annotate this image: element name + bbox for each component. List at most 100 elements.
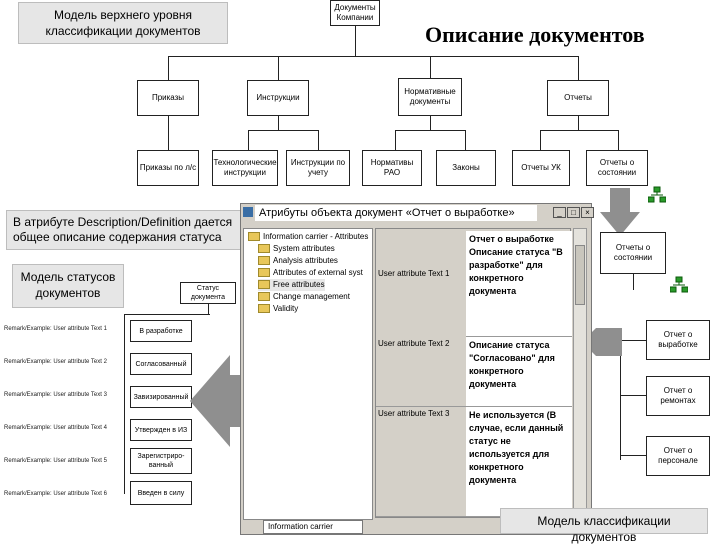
window-title: Атрибуты объекта документ «Отчет о выраб… (255, 205, 537, 221)
tree-item[interactable]: Validity (258, 303, 298, 315)
attribute-name: User attribute Text 2 (376, 337, 466, 407)
close-button[interactable]: × (581, 207, 594, 218)
status-row-label: Remark/Example: User attribute Text 4 (4, 425, 107, 431)
attribute-value[interactable]: Не используется (В случае, если данный с… (466, 407, 572, 517)
connector (124, 314, 210, 315)
tree-root[interactable]: Документы Компании (330, 0, 380, 26)
vertical-scrollbar[interactable] (573, 228, 587, 518)
tree-item-label: Attributes of external syst (273, 268, 363, 277)
connector (168, 116, 169, 150)
status-node[interactable]: Завизированный (130, 386, 192, 408)
tree-level2-item[interactable]: Отчеты УК (512, 150, 570, 186)
tree-item-selected[interactable]: Free attributes (258, 279, 325, 291)
status-node[interactable]: Утвержден в ИЗ (130, 419, 192, 441)
tree-item[interactable]: Analysis attributes (258, 255, 338, 267)
folder-icon (258, 244, 270, 254)
model-icon[interactable] (670, 276, 688, 294)
attributes-window[interactable]: Атрибуты объекта документ «Отчет о выраб… (240, 203, 594, 535)
connector (578, 56, 579, 80)
tree-item[interactable]: System attributes (258, 243, 335, 255)
connector (578, 116, 579, 130)
status-row-label: Remark/Example: User attribute Text 3 (4, 392, 107, 398)
connector (318, 130, 319, 150)
connector (618, 130, 619, 150)
tree-level2-item[interactable]: Нормативы РАО (362, 150, 422, 186)
top-model-label: Модель верхнего уровня классификации док… (18, 2, 228, 44)
tree-item[interactable]: Attributes of external syst (258, 267, 363, 279)
attribute-value[interactable]: Отчет о выработке Описание статуса "В ра… (466, 231, 572, 337)
connector (248, 130, 318, 131)
connector (540, 130, 541, 150)
connector (395, 130, 465, 131)
folder-icon (258, 256, 270, 266)
connector (278, 56, 279, 80)
tree-level1-item[interactable]: Отчеты (547, 80, 609, 116)
connector (430, 56, 431, 80)
connector (620, 395, 646, 396)
bottom-model-label: Модель классификации документов (500, 508, 708, 544)
tree-level1-item[interactable]: Нормативные документы (398, 78, 462, 116)
doc-node[interactable]: Отчет о выработке (646, 320, 710, 360)
connector (168, 56, 169, 80)
connector (355, 26, 356, 56)
connector (465, 130, 466, 150)
maximize-button[interactable]: □ (567, 207, 580, 218)
tree-level2-item[interactable]: Технологические инструкции (212, 150, 278, 186)
model-icon[interactable] (648, 186, 666, 204)
tree-item-label: System attributes (273, 244, 335, 253)
tree-item[interactable]: Information carrier - Attributes (248, 231, 368, 243)
doc-node[interactable]: Отчет о персонале (646, 436, 710, 476)
description-note: В атрибуте Description/Definition дается… (6, 210, 258, 250)
folder-icon (248, 232, 260, 242)
folder-icon (258, 268, 270, 278)
status-row-label: Remark/Example: User attribute Text 2 (4, 359, 107, 365)
page-title: Описание документов (425, 22, 645, 47)
folder-icon (258, 280, 270, 290)
tree-level1-item[interactable]: Инструкции (247, 80, 309, 116)
connector (168, 56, 578, 57)
tree-item-label: Information carrier - Attributes (263, 232, 369, 241)
attribute-name: User attribute Text 3 (376, 407, 466, 517)
status-node[interactable]: Зарегистриро-ванный (130, 448, 192, 474)
tree-item[interactable]: Change management (258, 291, 350, 303)
connector (633, 274, 634, 290)
folder-icon (258, 292, 270, 302)
status-row-label: Remark/Example: User attribute Text 5 (4, 458, 107, 464)
connector (430, 116, 431, 130)
tree-level2-item[interactable]: Приказы по л/с (137, 150, 199, 186)
doc-node[interactable]: Отчет о ремонтах (646, 376, 710, 416)
connector (248, 130, 249, 150)
tree-level1-item[interactable]: Приказы (137, 80, 199, 116)
connector (395, 130, 396, 150)
tree-level2-item[interactable]: Законы (436, 150, 496, 186)
attribute-tree[interactable]: Information carrier - Attributes System … (243, 228, 373, 520)
connector (278, 116, 279, 130)
tree-item-label: Change management (273, 292, 350, 301)
connector (208, 304, 209, 314)
tree-level2-item[interactable]: Инструкции по учету (286, 150, 350, 186)
tab-information-carrier[interactable]: Information carrier (263, 520, 363, 534)
status-root-node[interactable]: Статус документа (180, 282, 236, 304)
tree-item-label: Free attributes (273, 280, 325, 289)
status-node[interactable]: Согласованный (130, 353, 192, 375)
status-node[interactable]: Введен в силу (130, 481, 192, 505)
window-app-icon (243, 207, 253, 217)
status-row-label: Remark/Example: User attribute Text 6 (4, 491, 107, 497)
doc-node[interactable]: Отчеты о состоянии (600, 232, 666, 274)
tree-item-label: Validity (273, 304, 299, 313)
connector (540, 130, 618, 131)
attribute-grid[interactable]: User attribute Text 1 Отчет о выработке … (375, 228, 572, 518)
status-model-label: Модель статусов документов (12, 264, 124, 308)
tree-level2-item[interactable]: Отчеты о состоянии (586, 150, 648, 186)
connector (620, 455, 646, 456)
scroll-thumb[interactable] (575, 245, 585, 305)
status-node[interactable]: В разработке (130, 320, 192, 342)
attribute-value[interactable]: Описание статуса "Согласовано" для конкр… (466, 337, 572, 407)
tree-item-label: Analysis attributes (273, 256, 338, 265)
minimize-button[interactable]: _ (553, 207, 566, 218)
connector (620, 340, 646, 341)
down-arrow-icon (600, 188, 640, 236)
folder-icon (258, 304, 270, 314)
status-row-label: Remark/Example: User attribute Text 1 (4, 326, 107, 332)
connector (124, 314, 125, 494)
